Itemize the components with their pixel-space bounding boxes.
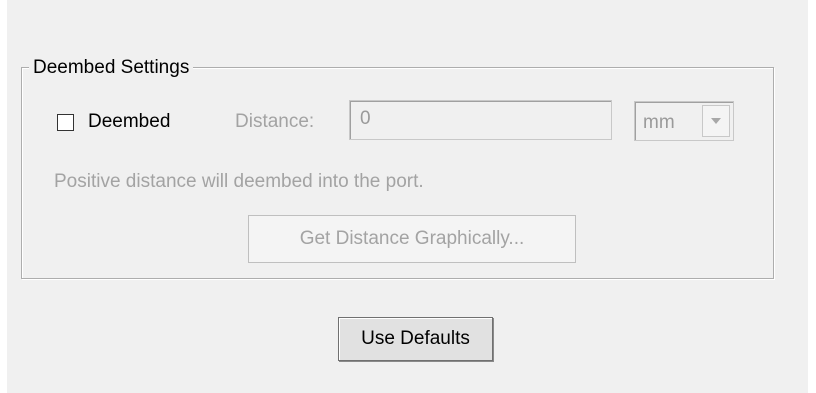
groupbox-title: Deembed Settings [29,56,194,80]
distance-input[interactable]: 0 [349,100,612,140]
deembed-checkbox-label[interactable]: Deembed [88,110,170,134]
deembed-checkbox[interactable] [57,113,74,131]
positive-distance-hint: Positive distance will deembed into the … [54,171,424,192]
chevron-down-icon [711,118,721,124]
unit-select-value: mm [643,112,675,133]
distance-label: Distance: [235,111,315,132]
deembed-checkbox-row[interactable]: Deembed [57,110,170,134]
unit-dropdown-button[interactable] [702,105,730,137]
get-distance-graphically-button[interactable]: Get Distance Graphically... [248,215,576,263]
use-defaults-button[interactable]: Use Defaults [338,317,493,361]
screen: Deembed Settings Deembed Distance: 0 mm … [0,0,816,393]
unit-select[interactable]: mm [634,101,734,141]
deembed-dialog-panel: Deembed Settings Deembed Distance: 0 mm … [7,0,808,393]
